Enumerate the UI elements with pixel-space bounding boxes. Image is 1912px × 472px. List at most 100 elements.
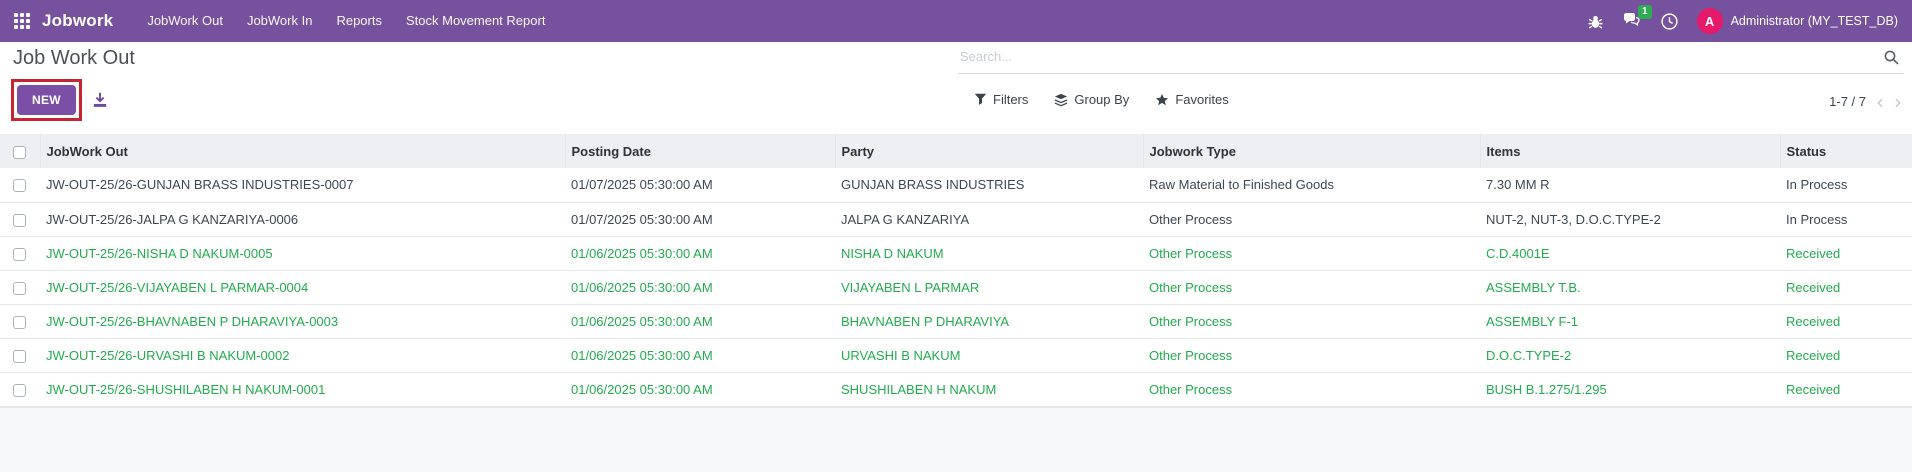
export-download-icon[interactable] (91, 91, 109, 109)
menu-reports[interactable]: Reports (324, 0, 394, 42)
search-icon[interactable] (1883, 49, 1900, 66)
cell-name: JW-OUT-25/26-BHAVNABEN P DHARAVIYA-0003 (40, 304, 565, 339)
jobwork-app-window: Jobwork JobWork Out JobWork In Reports S… (0, 0, 1912, 472)
table-row[interactable]: JW-OUT-25/26-BHAVNABEN P DHARAVIYA-0003 … (0, 304, 1912, 339)
favorites-label: Favorites (1175, 92, 1229, 107)
table-row[interactable]: JW-OUT-25/26-URVASHI B NAKUM-0002 01/06/… (0, 338, 1912, 373)
filters-label: Filters (993, 92, 1029, 107)
debug-bug-icon[interactable] (1587, 13, 1604, 30)
cell-items: D.O.C.TYPE-2 (1480, 338, 1780, 373)
search-input[interactable] (958, 43, 1858, 73)
cell-status: Received (1780, 236, 1912, 271)
cell-jobwork-type: Other Process (1143, 338, 1480, 373)
activities-clock-icon[interactable] (1660, 12, 1679, 31)
cell-items: 7.30 MM R (1480, 168, 1780, 203)
search-options: Filters Group By Favorites (974, 92, 1229, 107)
column-header-status[interactable]: Status (1780, 134, 1912, 168)
row-checkbox[interactable] (13, 315, 26, 329)
favorites-button[interactable]: Favorites (1155, 92, 1229, 107)
row-checkbox[interactable] (13, 349, 26, 363)
column-header-jobwork-out[interactable]: JobWork Out (40, 134, 566, 168)
group-by-button[interactable]: Group By (1054, 92, 1129, 107)
cell-posting-date: 01/07/2025 05:30:00 AM (565, 202, 835, 237)
cell-status: Received (1780, 338, 1912, 373)
pager-previous-icon[interactable]: ‹ (1876, 92, 1884, 112)
cell-name: JW-OUT-25/26-GUNJAN BRASS INDUSTRIES-000… (40, 168, 565, 203)
cell-name: JW-OUT-25/26-URVASHI B NAKUM-0002 (40, 338, 565, 373)
cell-items: BUSH B.1.275/1.295 (1480, 372, 1780, 407)
cell-jobwork-type: Other Process (1143, 202, 1480, 237)
search-bar (958, 43, 1904, 74)
cell-jobwork-type: Other Process (1143, 270, 1480, 305)
cell-party: GUNJAN BRASS INDUSTRIES (835, 168, 1143, 203)
row-checkbox[interactable] (13, 213, 26, 227)
table-row[interactable]: JW-OUT-25/26-GUNJAN BRASS INDUSTRIES-000… (0, 168, 1912, 203)
apps-menu-icon[interactable] (14, 13, 30, 29)
column-header-items[interactable]: Items (1480, 134, 1781, 168)
top-navbar: Jobwork JobWork Out JobWork In Reports S… (0, 0, 1912, 42)
cell-posting-date: 01/06/2025 05:30:00 AM (565, 372, 835, 407)
table-row[interactable]: JW-OUT-25/26-VIJAYABEN L PARMAR-0004 01/… (0, 270, 1912, 305)
column-header-posting-date[interactable]: Posting Date (565, 134, 836, 168)
cell-status: Received (1780, 372, 1912, 407)
new-button[interactable]: NEW (17, 85, 76, 115)
annotation-highlight-box: NEW (11, 79, 82, 121)
cell-items: NUT-2, NUT-3, D.O.C.TYPE-2 (1480, 202, 1780, 237)
group-by-label: Group By (1074, 92, 1130, 107)
table-header-row: JobWork Out Posting Date Party Jobwork T… (0, 134, 1912, 168)
cell-party: URVASHI B NAKUM (835, 338, 1143, 373)
cell-party: BHAVNABEN P DHARAVIYA (835, 304, 1143, 339)
cell-items: ASSEMBLY F-1 (1480, 304, 1780, 339)
cell-party: NISHA D NAKUM (835, 236, 1143, 271)
cell-name: JW-OUT-25/26-NISHA D NAKUM-0005 (40, 236, 565, 271)
content-footer-area (0, 407, 1912, 472)
cell-posting-date: 01/07/2025 05:30:00 AM (565, 168, 835, 203)
messages-icon[interactable]: 1 (1622, 5, 1652, 30)
cell-status: In Process (1780, 168, 1912, 203)
cell-name: JW-OUT-25/26-SHUSHILABEN H NAKUM-0001 (40, 372, 565, 407)
row-checkbox[interactable] (13, 281, 26, 295)
cell-posting-date: 01/06/2025 05:30:00 AM (565, 236, 835, 271)
cell-items: C.D.4001E (1480, 236, 1780, 271)
cell-status: Received (1780, 270, 1912, 305)
menu-jobwork-in[interactable]: JobWork In (235, 0, 325, 42)
cell-posting-date: 01/06/2025 05:30:00 AM (565, 304, 835, 339)
pager-range: 1-7 / 7 (1829, 94, 1866, 109)
user-avatar: A (1696, 8, 1723, 34)
cell-items: ASSEMBLY T.B. (1480, 270, 1780, 305)
messages-count-badge: 1 (1638, 5, 1652, 19)
cell-status: In Process (1780, 202, 1912, 237)
pager-next-icon[interactable]: › (1894, 92, 1902, 112)
row-checkbox[interactable] (13, 247, 26, 261)
column-header-party[interactable]: Party (835, 134, 1144, 168)
jobwork-out-list: JobWork Out Posting Date Party Jobwork T… (0, 134, 1912, 407)
cell-jobwork-type: Raw Material to Finished Goods (1143, 168, 1480, 203)
cell-jobwork-type: Other Process (1143, 304, 1480, 339)
table-row[interactable]: JW-OUT-25/26-JALPA G KANZARIYA-0006 01/0… (0, 202, 1912, 237)
select-all-checkbox[interactable] (13, 145, 26, 159)
column-header-jobwork-type[interactable]: Jobwork Type (1143, 134, 1481, 168)
cell-status: Received (1780, 304, 1912, 339)
cell-party: VIJAYABEN L PARMAR (835, 270, 1143, 305)
cell-jobwork-type: Other Process (1143, 372, 1480, 407)
navbar-right: 1 A Administrator (MY_TEST_DB) (1587, 5, 1898, 34)
cell-jobwork-type: Other Process (1143, 236, 1480, 271)
app-brand[interactable]: Jobwork (42, 11, 113, 31)
table-row[interactable]: JW-OUT-25/26-SHUSHILABEN H NAKUM-0001 01… (0, 372, 1912, 407)
action-buttons: NEW (11, 79, 109, 121)
cell-party: JALPA G KANZARIYA (835, 202, 1143, 237)
menu-jobwork-out[interactable]: JobWork Out (135, 0, 235, 42)
page-title: Job Work Out (13, 47, 135, 69)
user-name-label: Administrator (MY_TEST_DB) (1730, 14, 1898, 28)
cell-party: SHUSHILABEN H NAKUM (835, 372, 1143, 407)
cell-posting-date: 01/06/2025 05:30:00 AM (565, 270, 835, 305)
table-row[interactable]: JW-OUT-25/26-NISHA D NAKUM-0005 01/06/20… (0, 236, 1912, 271)
cell-name: JW-OUT-25/26-VIJAYABEN L PARMAR-0004 (40, 270, 565, 305)
row-checkbox[interactable] (13, 179, 26, 193)
filters-button[interactable]: Filters (974, 92, 1028, 107)
menu-stock-movement-report[interactable]: Stock Movement Report (394, 0, 557, 42)
cell-name: JW-OUT-25/26-JALPA G KANZARIYA-0006 (40, 202, 565, 237)
user-menu[interactable]: A Administrator (MY_TEST_DB) (1696, 8, 1898, 34)
cell-posting-date: 01/06/2025 05:30:00 AM (565, 338, 835, 373)
row-checkbox[interactable] (13, 383, 26, 397)
